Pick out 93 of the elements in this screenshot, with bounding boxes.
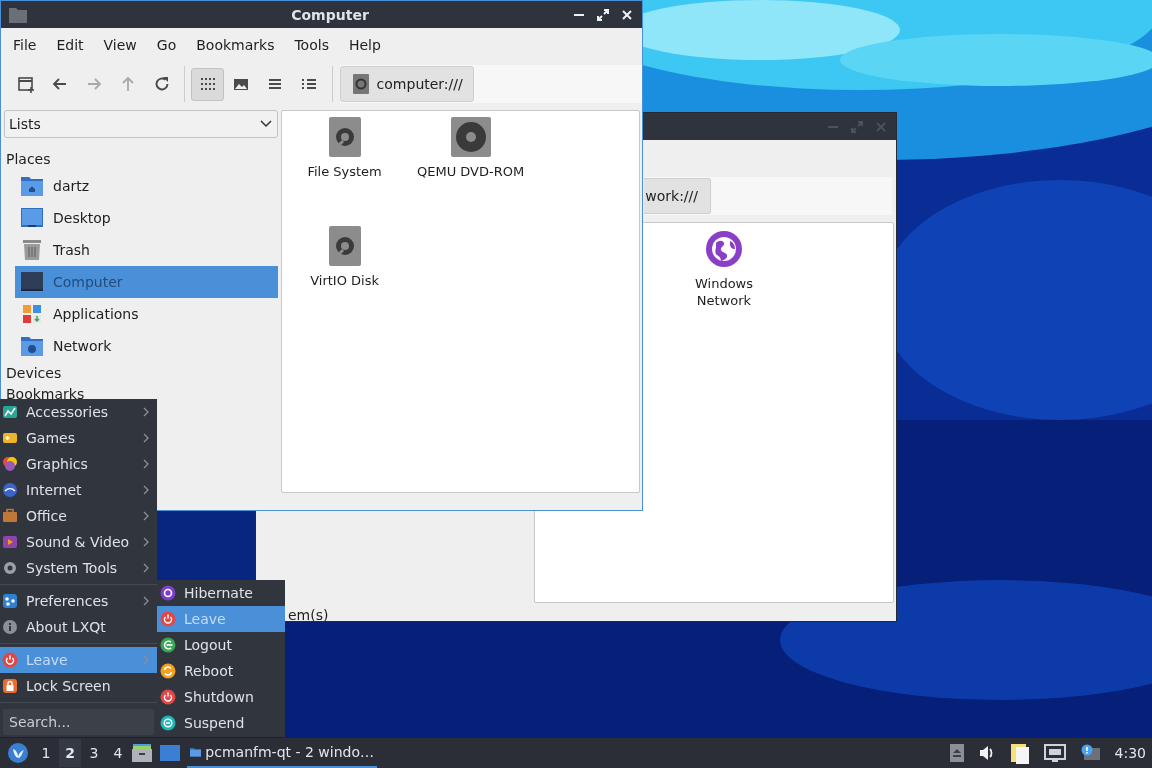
chevron-right-icon bbox=[143, 433, 149, 443]
menu-item[interactable]: About LXQt bbox=[0, 614, 157, 640]
computer-icon bbox=[20, 270, 44, 294]
chevron-right-icon bbox=[143, 596, 149, 606]
grid-icon bbox=[198, 75, 217, 93]
status-text: em(s) bbox=[288, 606, 329, 621]
file-label: VirtIO Disk bbox=[310, 272, 379, 289]
media-icon bbox=[2, 534, 18, 550]
menu-item[interactable]: Graphics bbox=[0, 451, 157, 477]
power-icon bbox=[160, 689, 176, 705]
chevron-right-icon bbox=[143, 511, 149, 521]
notification-icon bbox=[1079, 744, 1100, 762]
workspace-button[interactable]: 4 bbox=[107, 739, 129, 767]
logo-icon bbox=[8, 743, 28, 763]
briefcase-icon bbox=[2, 508, 18, 524]
apps-icon bbox=[20, 302, 44, 326]
network-item[interactable]: Windows Network bbox=[661, 229, 787, 338]
menu-item[interactable]: Suspend bbox=[157, 710, 285, 736]
menu-item[interactable]: Games bbox=[0, 425, 157, 451]
new-tab-icon bbox=[17, 75, 36, 93]
location-button[interactable]: computer:/// bbox=[339, 66, 474, 102]
start-menu-button[interactable] bbox=[5, 740, 31, 766]
network-icon bbox=[1043, 744, 1066, 762]
menu-item[interactable]: Accessories bbox=[0, 399, 157, 425]
menu-item[interactable]: View bbox=[93, 32, 147, 58]
search-field[interactable]: Search... bbox=[3, 709, 154, 735]
eject-icon bbox=[949, 744, 964, 762]
menu-item[interactable]: Lock Screen bbox=[0, 673, 157, 699]
file-cabinet-icon bbox=[132, 744, 152, 762]
side-pane-dropdown[interactable]: Lists bbox=[4, 110, 278, 138]
lock-icon bbox=[2, 678, 18, 694]
menu-item[interactable]: Sound & Video bbox=[0, 529, 157, 555]
dvd-drive-item[interactable]: QEMU DVD-ROM bbox=[407, 117, 534, 226]
sidebar-item[interactable]: dartz bbox=[15, 170, 278, 202]
palette-icon bbox=[2, 456, 18, 472]
sidebar-item[interactable]: Trash bbox=[15, 234, 278, 266]
file-label: Windows Network bbox=[694, 275, 754, 309]
menu-item[interactable]: Office bbox=[0, 503, 157, 529]
menu-item[interactable]: System Tools bbox=[0, 555, 157, 581]
sidebar-item[interactable]: Applications bbox=[15, 298, 278, 330]
task-button[interactable]: pcmanfm-qt - 2 windo… bbox=[187, 738, 377, 768]
gamepad-icon bbox=[2, 430, 18, 446]
trash-icon bbox=[20, 238, 44, 262]
location-button[interactable]: work:/// bbox=[644, 178, 711, 214]
menu-item[interactable]: Hibernate bbox=[157, 580, 285, 606]
logout-icon bbox=[160, 637, 176, 653]
dropdown-value: Lists bbox=[9, 116, 41, 132]
menu-item[interactable]: Reboot bbox=[157, 658, 285, 684]
menu-item[interactable]: Tools bbox=[284, 32, 339, 58]
menu-item[interactable]: Help bbox=[338, 32, 391, 58]
power-icon bbox=[2, 652, 18, 668]
menu-item[interactable]: File bbox=[3, 32, 47, 58]
menu-item[interactable]: Edit bbox=[46, 32, 94, 58]
clock[interactable]: 4:30 bbox=[1110, 745, 1152, 761]
menu-item[interactable]: Shutdown bbox=[157, 684, 285, 710]
window-title: Computer bbox=[290, 6, 370, 23]
chevron-right-icon bbox=[143, 537, 149, 547]
settings-icon bbox=[2, 593, 18, 609]
file-label: QEMU DVD-ROM bbox=[416, 163, 525, 180]
disk-item[interactable]: VirtIO Disk bbox=[281, 226, 408, 335]
chevron-right-icon bbox=[143, 485, 149, 495]
chevron-right-icon bbox=[143, 563, 149, 573]
section-header[interactable]: Devices bbox=[4, 362, 278, 383]
sidebar-item[interactable]: Network bbox=[15, 330, 278, 362]
chevron-right-icon bbox=[143, 655, 149, 665]
file-label: File System bbox=[307, 163, 382, 180]
desktop-icon bbox=[160, 744, 180, 762]
sidebar-item[interactable]: Desktop bbox=[15, 202, 278, 234]
section-header[interactable]: Places bbox=[4, 147, 278, 170]
network-folder-icon bbox=[20, 334, 44, 358]
workspace-button[interactable]: 3 bbox=[83, 739, 105, 767]
menu-item[interactable]: Go bbox=[146, 32, 187, 58]
menu-item[interactable]: Internet bbox=[0, 477, 157, 503]
circle-icon bbox=[160, 585, 176, 601]
file-manager-launcher[interactable] bbox=[129, 741, 155, 765]
workspace-button[interactable]: 2 bbox=[59, 739, 81, 767]
folder-icon bbox=[9, 6, 27, 23]
file-system-item[interactable]: File System bbox=[281, 117, 408, 226]
drive-icon bbox=[352, 74, 369, 94]
power-icon bbox=[160, 611, 176, 627]
chevron-right-icon bbox=[143, 407, 149, 417]
refresh-icon bbox=[160, 663, 176, 679]
chevron-down-icon bbox=[259, 120, 272, 128]
home-folder-icon bbox=[20, 174, 44, 198]
note-icon bbox=[1009, 742, 1030, 764]
chevron-right-icon bbox=[143, 459, 149, 469]
workspace-button[interactable]: 1 bbox=[35, 739, 57, 767]
menu-item[interactable]: Bookmarks bbox=[186, 32, 285, 58]
menu-item[interactable]: Preferences bbox=[0, 588, 157, 614]
menu-item[interactable]: Logout bbox=[157, 632, 285, 658]
desktop-icon bbox=[20, 206, 44, 230]
view-mode-button[interactable] bbox=[191, 67, 225, 101]
chart-icon bbox=[2, 404, 18, 420]
